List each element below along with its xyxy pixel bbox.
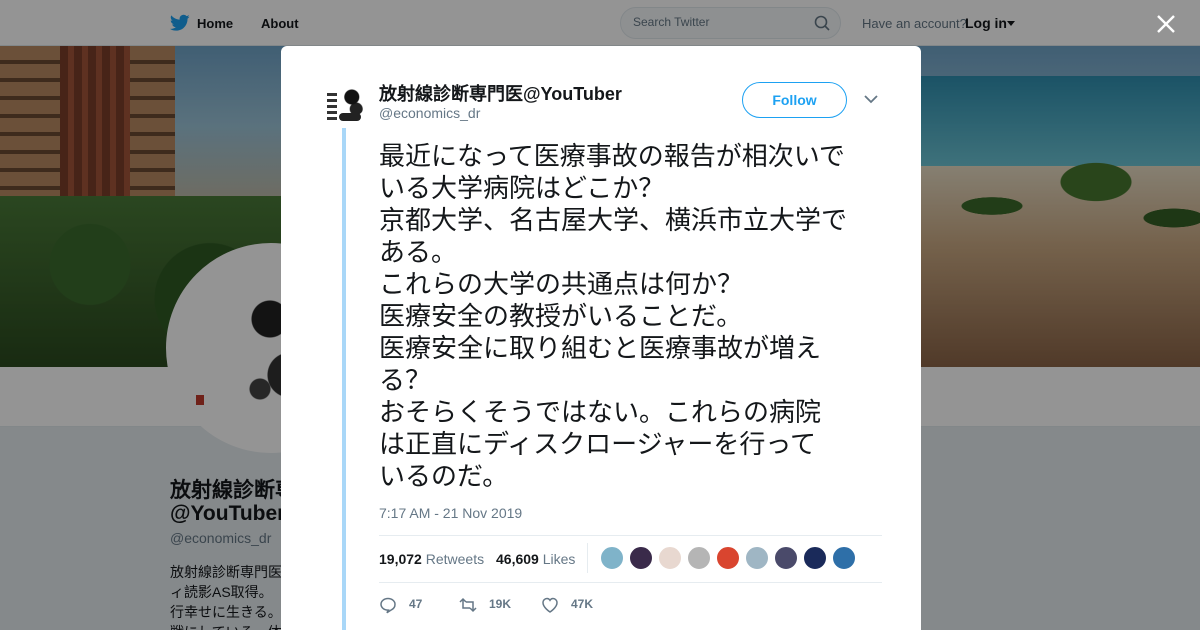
tweet-text-line: これらの大学の共通点は何か？ — [379, 269, 744, 299]
close-icon[interactable] — [1154, 12, 1178, 36]
tweet-text-line: 医療安全の教授がいることだ。 — [379, 301, 743, 331]
tweet-text-line: 最近になって医療事故の報告が相次いで — [379, 141, 845, 171]
divider — [587, 543, 588, 573]
reply-count: 47 — [409, 597, 423, 611]
divider — [379, 535, 882, 536]
heart-icon — [542, 597, 558, 613]
liker-avatar[interactable] — [745, 546, 769, 570]
chevron-down-icon[interactable] — [864, 94, 878, 104]
retweet-count: 19K — [489, 597, 512, 611]
liker-avatar[interactable] — [600, 546, 624, 570]
tweet-timestamp[interactable]: 7:17 AM - 21 Nov 2019 — [379, 505, 522, 521]
tweet-text-line: 医療安全に取り組むと医療事故が増え — [379, 333, 822, 363]
tweet-modal: 放射線診断専門医@YouTuber @economics_dr Follow 最… — [281, 46, 921, 630]
retweets-count: 19,072 — [379, 551, 422, 567]
author-handle[interactable]: @economics_dr — [379, 105, 480, 121]
tweet-text-line: おそらくそうではない。これらの病院 — [379, 397, 822, 427]
tweet-text-line: 京都大学、名古屋大学、横浜市立大学で — [379, 205, 848, 235]
liker-avatar[interactable] — [716, 546, 740, 570]
liker-avatar[interactable] — [658, 546, 682, 570]
likes-stat[interactable]: 46,609 Likes — [496, 551, 575, 567]
reply-icon — [380, 597, 396, 614]
follow-button[interactable]: Follow — [742, 82, 847, 118]
likes-count: 46,609 — [496, 551, 539, 567]
likes-label: Likes — [542, 551, 576, 567]
like-count: 47K — [571, 597, 594, 611]
tweet-text: 最近になって医療事故の報告が相次いで いる大学病院はどこか？ 京都大学、名古屋大… — [379, 140, 884, 492]
conversation-thread-line — [342, 128, 346, 630]
tweet-text-line: いる大学病院はどこか？ — [379, 173, 665, 203]
author-avatar[interactable] — [321, 81, 369, 129]
tweet-text-line: は正直にディスクロージャーを行って — [379, 429, 817, 459]
retweet-icon — [459, 597, 477, 613]
tweet-text-line: る？ — [379, 365, 432, 395]
author-name[interactable]: 放射線診断専門医@YouTuber — [379, 80, 622, 106]
liker-avatar[interactable] — [629, 546, 653, 570]
liker-avatar[interactable] — [687, 546, 711, 570]
tweet-text-line: いるのだ。 — [379, 461, 509, 491]
liker-avatar[interactable] — [803, 546, 827, 570]
tweet-text-line: ある。 — [379, 237, 458, 267]
liker-avatar[interactable] — [832, 546, 856, 570]
liker-avatar[interactable] — [774, 546, 798, 570]
divider — [379, 582, 882, 583]
retweets-stat[interactable]: 19,072 Retweets — [379, 551, 484, 567]
retweets-label: Retweets — [425, 551, 485, 567]
